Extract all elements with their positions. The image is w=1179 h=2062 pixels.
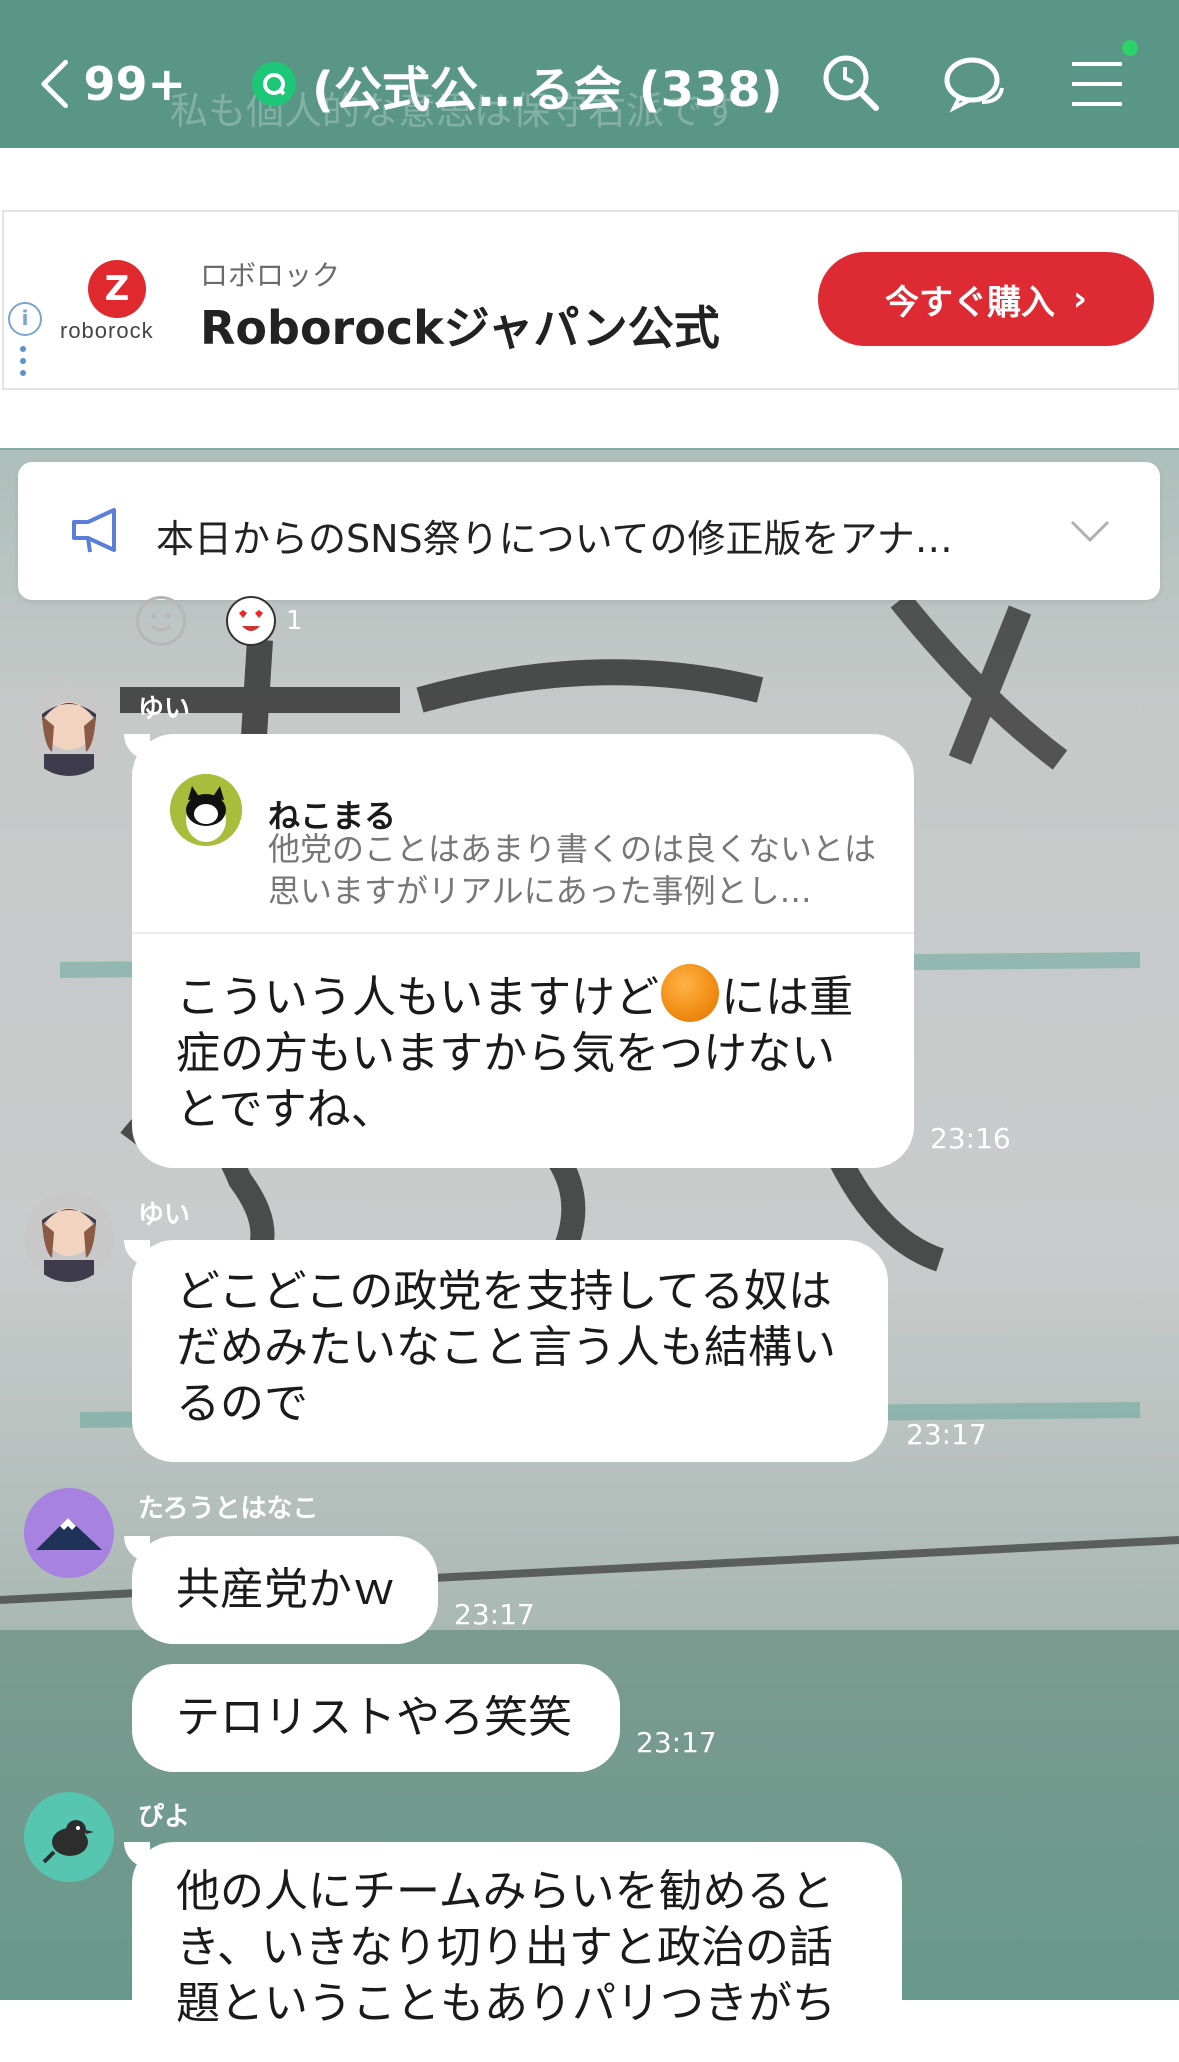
buy-now-button[interactable]: 今すぐ購入 › bbox=[818, 252, 1154, 346]
info-icon[interactable]: i bbox=[8, 302, 42, 336]
menu-icon[interactable] bbox=[1064, 50, 1130, 116]
quote-avatar bbox=[170, 774, 242, 846]
message-bubble[interactable]: 共産党かｗ bbox=[132, 1536, 438, 1644]
message-bubble[interactable]: 他の人にチームみらいを勧めると き、いきなり切り出すと政治の話 題ということもあ… bbox=[132, 1842, 902, 2062]
message-text: 共産党かｗ bbox=[176, 1564, 396, 1615]
search-icon[interactable] bbox=[818, 50, 884, 116]
avatar[interactable] bbox=[24, 1792, 114, 1882]
megaphone-icon bbox=[72, 508, 116, 553]
ad-subtitle: ロボロック bbox=[200, 259, 341, 292]
message-text-line: 他の人にチームみらいを勧めると bbox=[176, 1866, 835, 1917]
ad-options-icon[interactable] bbox=[20, 346, 26, 382]
roborock-logo-text: roborock bbox=[60, 318, 154, 343]
orange-circle-emoji-icon bbox=[661, 964, 720, 1022]
message-text: テロリストやろ笑笑 bbox=[176, 1692, 572, 1743]
message-text-line: るので bbox=[176, 1378, 308, 1429]
quote-divider bbox=[132, 932, 914, 934]
message-text-part: には重 bbox=[721, 972, 854, 1023]
message-text-part: こういう人もいますけど bbox=[176, 972, 660, 1023]
chat-bubbles-icon[interactable] bbox=[942, 50, 1008, 116]
ad-title: Roborockジャパン公式 bbox=[200, 301, 720, 355]
avatar[interactable] bbox=[24, 686, 114, 776]
chevron-left-icon bbox=[41, 59, 69, 109]
message-text-line: 症の方もいますから気をつけない bbox=[176, 1028, 836, 1079]
sender-name: ゆい bbox=[138, 1200, 191, 1230]
sender-name: ゆい bbox=[138, 694, 191, 724]
message-text-line: 題ということもありパリつきがち bbox=[176, 1978, 836, 2029]
reaction-count: 1 bbox=[286, 606, 303, 636]
message-time: 23:17 bbox=[454, 1598, 535, 1631]
message-bubble[interactable]: テロリストやろ笑笑 bbox=[132, 1664, 620, 1772]
message-bubble[interactable]: ねこまる 他党のことはあまり書くのは良くないとは思いますがリアルにあった事例とし… bbox=[132, 734, 914, 1168]
message-time: 23:17 bbox=[906, 1418, 987, 1451]
message-time: 23:16 bbox=[930, 1122, 1011, 1155]
message-text-line: き、いきなり切り出すと政治の話 bbox=[176, 1922, 833, 1973]
message-bubble[interactable]: どこどこの政党を支持してる奴は だめみたいなこと言う人も結構い るので bbox=[132, 1240, 888, 1462]
message-text: こういう人もいますけど には重 症の方もいますから気をつけない とですね、 bbox=[176, 964, 853, 1138]
openchat-icon bbox=[252, 62, 296, 106]
message-time: 23:17 bbox=[636, 1726, 717, 1759]
message-text-line: だめみたいなこと言う人も結構い bbox=[176, 1322, 836, 1373]
sender-name: たろうとはなこ bbox=[138, 1494, 319, 1524]
back-button[interactable]: 99+ bbox=[36, 52, 186, 116]
message-text-line: とですね、 bbox=[176, 1084, 395, 1135]
chevron-down-icon[interactable] bbox=[1068, 510, 1112, 550]
notification-dot bbox=[1122, 40, 1138, 56]
quote-text: 他党のことはあまり書くのは良くないとは思いますがリアルにあった事例とし… bbox=[268, 830, 877, 910]
announcement-banner[interactable]: 本日からのSNS祭りについての修正版をアナ… bbox=[18, 462, 1160, 600]
message-text-line: どこどこの政党を支持してる奴は bbox=[176, 1266, 833, 1317]
avatar[interactable] bbox=[24, 1488, 114, 1578]
message-text: どこどこの政党を支持してる奴は だめみたいなこと言う人も結構い るので bbox=[176, 1264, 836, 1432]
message-text: 他の人にチームみらいを勧めると き、いきなり切り出すと政治の話 題ということもあ… bbox=[176, 1864, 836, 2032]
unread-count: 99+ bbox=[83, 57, 186, 111]
announcement-text: 本日からのSNS祭りについての修正版をアナ… bbox=[156, 517, 953, 561]
chevron-right-icon: › bbox=[1072, 279, 1087, 319]
smile-icon[interactable] bbox=[136, 596, 186, 646]
chat-header: 私も個人的な意思は保守右派です 99+ (公式公…る会 (338) bbox=[0, 0, 1179, 148]
chat-title[interactable]: (公式公…る会 (338) bbox=[312, 50, 783, 120]
sender-name: ぴよ bbox=[138, 1802, 191, 1832]
heart-eyes-emoji-icon[interactable] bbox=[226, 596, 276, 646]
buy-now-label: 今すぐ購入 bbox=[884, 282, 1055, 323]
roborock-logo-icon: Z bbox=[88, 260, 146, 318]
avatar[interactable] bbox=[24, 1192, 114, 1282]
